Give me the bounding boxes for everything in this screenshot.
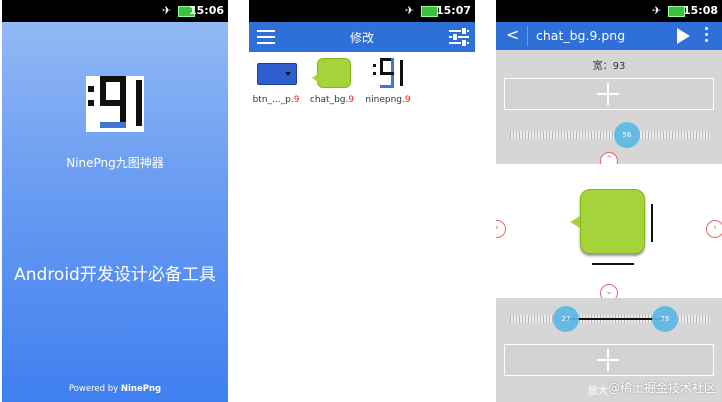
file-title: chat_bg.9.png [536,28,626,43]
stretch-marker-bottom [592,263,634,265]
watermark: @稀土掘金技术社区 [607,381,716,395]
powered-brand: NinePng [120,384,162,394]
horizontal-ruler-slider[interactable] [510,131,710,139]
file-suffix: 9 [293,95,300,105]
expand-right-icon[interactable]: ‹ [706,220,722,238]
file-suffix: 9 [404,95,411,105]
more-vert-icon[interactable] [705,27,708,45]
file-name: btn_..._p. [252,95,294,105]
screen-title: 修改 [349,31,374,45]
plus-icon [607,349,609,371]
slider-knob[interactable]: 56 [614,122,640,148]
status-time: 15:08 [682,4,718,17]
status-bar: ✈ 15:06 [2,0,228,22]
range-selection [566,318,666,320]
status-time: 15:06 [188,4,224,17]
status-bar: ✈ 15:08 [496,0,722,22]
powered-prefix: Powered by [68,384,121,394]
splash-screen: ✈ 15:06 NinePng九图神器 Android开发设计必备工具 Powe… [2,0,228,402]
preview-area: › ‹ ⌄ [496,164,722,302]
file-name: chat_bg. [309,95,349,105]
range-knob-left[interactable]: 27 [553,306,579,332]
range-knob-right[interactable]: 76 [652,306,678,332]
app-bar: 修改 [249,22,475,52]
file-name: ninepng. [365,95,405,105]
powered-by: Powered by NinePng [2,384,228,394]
expand-left-icon[interactable]: › [496,220,506,238]
app-logo [86,76,144,132]
edit-list-screen: ✈ 15:07 修改 btn_..._p.9 chat_bg.9 ninepng… [249,0,475,402]
settings-sliders-icon[interactable] [449,27,469,47]
add-bottom-button[interactable] [504,344,714,376]
file-item[interactable]: btn_..._p.9 [251,56,301,105]
play-icon[interactable] [677,28,690,44]
ninepng-logo-preview [373,58,405,90]
bottom-label: 放大 [588,386,608,397]
status-time: 15:07 [435,4,471,17]
file-suffix: 9 [348,95,355,105]
plus-icon [607,83,609,105]
app-name: NinePng九图神器 [66,156,164,170]
chat-bubble-preview [317,58,351,88]
file-item[interactable]: chat_bg.9 [307,56,357,105]
airplane-icon: ✈ [162,4,172,17]
airplane-icon: ✈ [652,4,662,17]
app-bar: < chat_bg.9.png [496,22,722,50]
width-label: 宽：93 [592,61,626,72]
back-icon[interactable]: < [506,25,519,44]
stretch-marker-right [651,204,653,242]
airplane-icon: ✈ [405,4,415,17]
status-bar: ✈ 15:07 [249,0,475,22]
button-image-preview [257,63,297,85]
slogan: Android开发设计必备工具 [14,265,216,285]
file-item[interactable]: ninepng.9 [363,56,413,105]
chat-bubble-image [580,189,645,254]
editor-screen: ✈ 15:08 < chat_bg.9.png 宽：93 56 ⌃ › ‹ ⌄ … [496,0,722,402]
add-top-button[interactable] [504,78,714,110]
